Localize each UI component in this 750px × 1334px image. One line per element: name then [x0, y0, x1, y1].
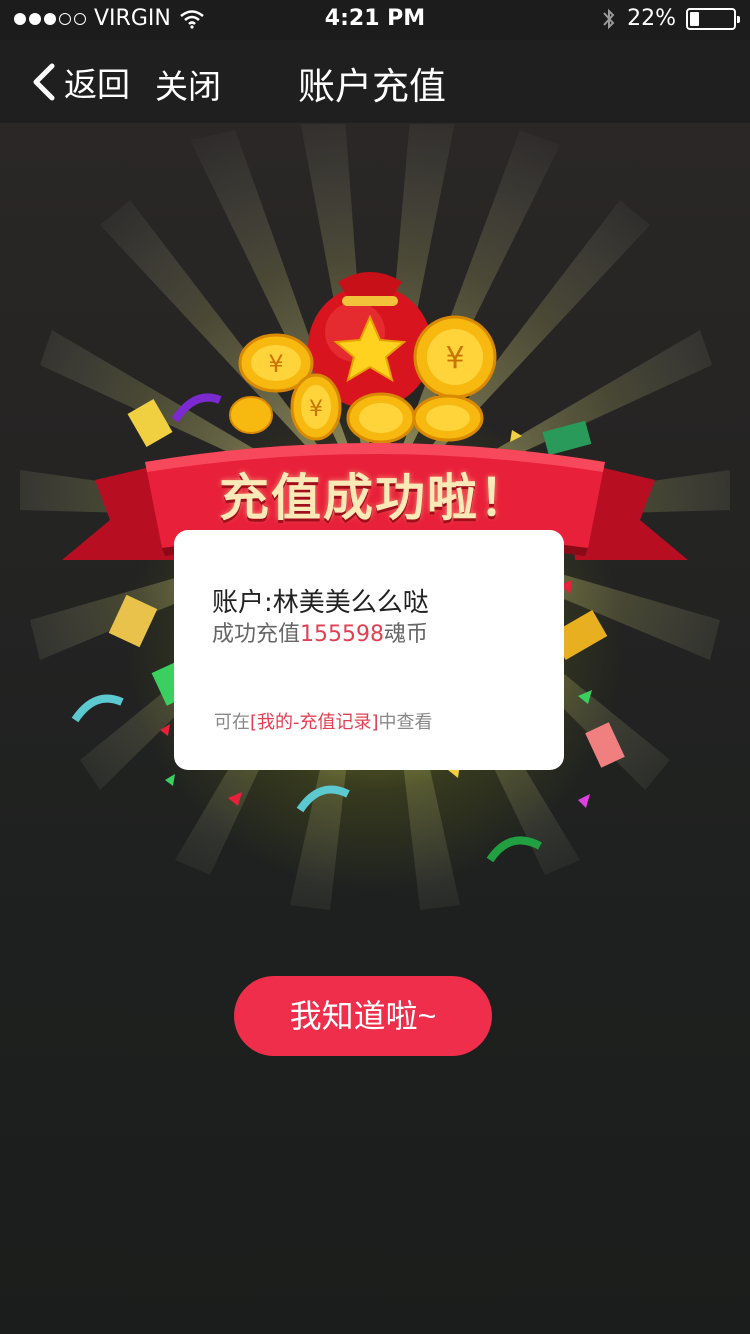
gold-coin-icon: ¥	[413, 315, 497, 399]
account-line: 账户:林美美么么哒	[212, 582, 429, 619]
status-bar: VIRGIN 4:21 PM 22%	[0, 0, 750, 40]
chevron-left-icon	[33, 63, 55, 101]
battery-percent: 22%	[627, 6, 676, 31]
page-title: 账户充值	[298, 65, 446, 108]
hint-suffix: 中查看	[378, 712, 433, 733]
status-right: 22%	[601, 6, 740, 31]
account-prefix: 账户:	[212, 588, 273, 618]
back-label: 返回	[64, 65, 130, 104]
svg-text:¥: ¥	[268, 350, 283, 378]
back-button[interactable]: 返回	[30, 58, 130, 106]
nav-bar: 返回 关闭 账户充值	[0, 40, 750, 124]
record-hint: 可在[我的-充值记录]中查看	[214, 708, 433, 734]
recharge-result-card: 账户:林美美么么哒 成功充值155598魂币 可在[我的-充值记录]中查看	[174, 530, 564, 770]
recharge-amount: 155598	[300, 622, 384, 647]
svg-text:¥: ¥	[445, 341, 464, 376]
recharge-line: 成功充值155598魂币	[212, 616, 428, 648]
recharge-record-link[interactable]: [我的-充值记录]	[250, 712, 379, 733]
recharge-prefix: 成功充值	[212, 622, 301, 647]
recharge-unit: 魂币	[384, 622, 429, 647]
close-button[interactable]: 关闭	[155, 60, 221, 108]
account-name: 林美美么么哒	[272, 588, 429, 618]
bluetooth-icon	[603, 8, 615, 29]
battery-icon	[686, 7, 740, 30]
confirm-button[interactable]: 我知道啦~	[234, 976, 492, 1056]
banner-title: 充值成功啦！	[219, 468, 531, 527]
hint-prefix: 可在	[214, 712, 250, 733]
